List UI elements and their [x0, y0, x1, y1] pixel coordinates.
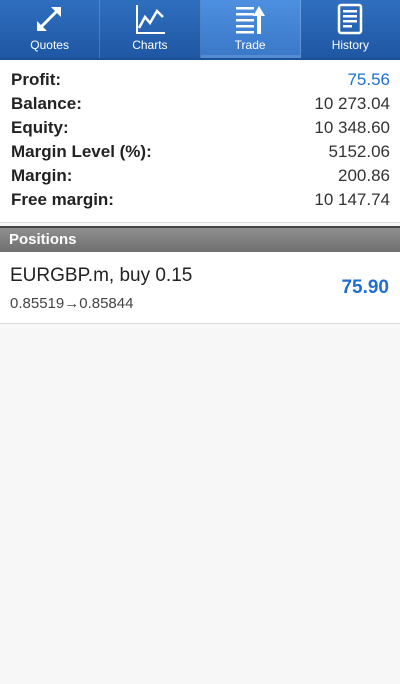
balance-label: Balance:	[11, 94, 82, 113]
position-item[interactable]: EURGBP.m, buy 0.15 0.85519→0.85844 75.90	[0, 252, 400, 324]
tab-label: Charts	[132, 38, 168, 52]
margin-level-label: Margin Level (%):	[11, 142, 152, 161]
position-prices: 0.85519→0.85844	[10, 295, 134, 312]
free-margin-value: 10 147.74	[314, 190, 390, 209]
positions-header: Positions	[0, 226, 400, 252]
margin-level-value: 5152.06	[328, 142, 390, 161]
tab-trade[interactable]: Trade	[200, 0, 301, 58]
tab-bar: Quotes Charts Trade History	[0, 0, 400, 60]
account-summary: Profit: 75.56 Balance: 10 273.04 Equity:…	[0, 60, 400, 223]
tab-label: Quotes	[30, 38, 69, 52]
empty-area	[0, 324, 400, 684]
profit-label: Profit:	[11, 70, 62, 89]
position-details: EURGBP.m, buy 0.15 0.85519→0.85844	[10, 263, 192, 312]
balance-row: Balance: 10 273.04	[11, 92, 390, 116]
equity-label: Equity:	[11, 118, 69, 137]
tab-history[interactable]: History	[301, 0, 400, 58]
position-title: EURGBP.m, buy 0.15	[10, 265, 193, 286]
margin-label: Margin:	[11, 166, 73, 185]
tab-quotes[interactable]: Quotes	[0, 0, 101, 58]
quotes-icon	[32, 2, 68, 36]
free-margin-row: Free margin: 10 147.74	[11, 188, 390, 212]
profit-value: 75.56	[347, 70, 390, 89]
history-icon	[332, 2, 368, 36]
tab-label: Trade	[234, 38, 266, 52]
charts-icon	[132, 2, 168, 36]
balance-value: 10 273.04	[314, 94, 390, 113]
margin-row: Margin: 200.86	[11, 164, 390, 188]
profit-row: Profit: 75.56	[11, 68, 390, 92]
position-profit: 75.90	[341, 276, 389, 298]
free-margin-label: Free margin:	[11, 190, 114, 209]
equity-value: 10 348.60	[314, 118, 390, 137]
trade-icon	[232, 2, 268, 36]
tab-label: History	[331, 38, 370, 52]
tab-charts[interactable]: Charts	[100, 0, 201, 58]
margin-level-row: Margin Level (%): 5152.06	[11, 140, 390, 164]
equity-row: Equity: 10 348.60	[11, 116, 390, 140]
margin-value: 200.86	[338, 166, 390, 185]
